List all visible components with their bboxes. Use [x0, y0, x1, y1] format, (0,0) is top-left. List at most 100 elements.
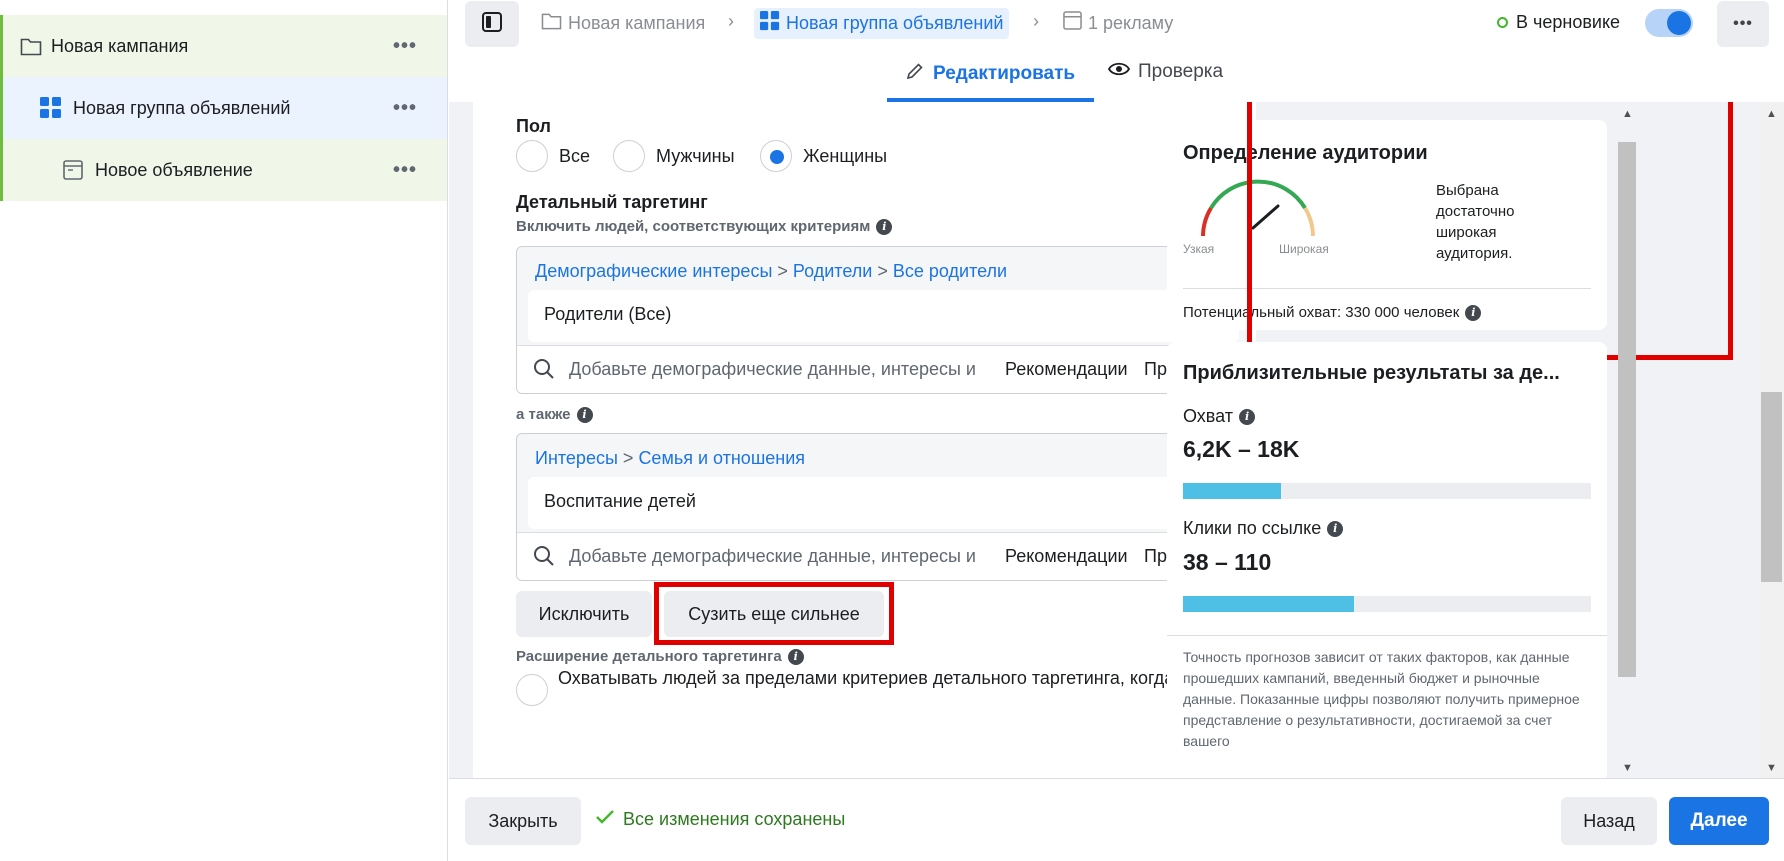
targeting-search-input[interactable]: Добавьте демографические данные, интерес… [569, 359, 976, 380]
gender-label-all: Все [559, 146, 591, 166]
status-bar [0, 15, 3, 77]
breadcrumb-adset[interactable]: Новая группа объявлений [754, 8, 1010, 39]
save-status: Все изменения сохранены [595, 809, 845, 830]
breadcrumb-label: Новая кампания [568, 12, 706, 33]
footer-bar: Закрыть Все изменения сохранены Назад Да… [449, 778, 1784, 861]
ad-icon [63, 160, 83, 185]
campaign-toggle[interactable] [1645, 9, 1693, 37]
more-options-icon[interactable]: ••• [393, 35, 417, 58]
scroll-down-icon[interactable]: ▼ [1622, 762, 1633, 774]
info-icon[interactable]: i [876, 218, 893, 235]
expansion-text: Охватывать людей за пределами критериев … [558, 668, 1207, 688]
and-also-label: а также i [516, 406, 593, 423]
breadcrumb-label: 1 рекламу [1088, 12, 1174, 33]
targeting-box-2: Интересы > Семья и отношения Воспитание … [516, 433, 1250, 581]
more-actions-button[interactable]: ••• [1717, 1, 1769, 47]
grid-icon [760, 11, 780, 36]
next-button[interactable]: Далее [1669, 797, 1769, 845]
targeting-chip[interactable]: Родители (Все) [528, 290, 1239, 342]
close-button[interactable]: Закрыть [465, 797, 581, 845]
divider [1167, 635, 1607, 636]
targeting-search-row: Добавьте демографические данные, интерес… [517, 345, 1249, 393]
info-icon[interactable]: i [1239, 408, 1256, 425]
scroll-up-icon[interactable]: ▲ [1622, 108, 1633, 120]
status-label: В черновике [1516, 12, 1621, 32]
status-bar [0, 77, 3, 139]
save-status-text: Все изменения сохранены [623, 809, 846, 829]
clicks-label-text: Клики по ссылке [1183, 518, 1322, 538]
estimates-disclaimer: Точность прогнозов зависит от таких факт… [1183, 649, 1580, 749]
info-icon[interactable]: i [1327, 520, 1344, 537]
info-icon[interactable]: i [576, 406, 593, 423]
path-link[interactable]: Демографические интересы [535, 261, 772, 281]
estimates-title: Приблизительные результаты за де... [1183, 362, 1560, 384]
search-icon [533, 358, 555, 385]
tab-edit[interactable]: Редактировать [905, 61, 1075, 87]
more-options-icon[interactable]: ••• [393, 97, 417, 120]
grid-icon [40, 97, 62, 124]
eye-icon [1107, 61, 1131, 83]
search-icon [533, 545, 555, 572]
sidebar-item-adset[interactable]: Новая группа объявлений ••• [0, 77, 447, 139]
draft-status: В черновике [1497, 12, 1620, 33]
expansion-checkbox[interactable] [516, 674, 548, 706]
folder-icon [541, 11, 562, 35]
exclude-button[interactable]: Исключить [516, 591, 652, 637]
panel-scrollbar[interactable]: ▲ ▼ [1618, 102, 1636, 778]
targeting-path: Интересы > Семья и отношения [535, 448, 805, 469]
scroll-thumb[interactable] [1618, 142, 1636, 677]
toggle-knob [1667, 11, 1691, 35]
chevron-right-icon: › [728, 11, 734, 31]
clicks-bar [1183, 596, 1591, 612]
highlight-box [1247, 102, 1733, 360]
tab-label: Проверка [1138, 61, 1224, 82]
targeting-search-input[interactable]: Добавьте демографические данные, интерес… [569, 546, 976, 567]
recommendations-link[interactable]: Рекомендации [1005, 359, 1128, 380]
path-separator: > [877, 261, 888, 281]
gender-label-women: Женщины [803, 146, 888, 166]
gender-radio-all[interactable] [516, 140, 548, 172]
include-text: Включить людей, соответствующих критерия… [516, 218, 871, 235]
expansion-title: Расширение детального таргетинга [516, 648, 782, 665]
sidebar-item-campaign[interactable]: Новая кампания ••• [0, 15, 447, 77]
toggle-sidebar-button[interactable] [465, 1, 519, 47]
path-link[interactable]: Все родители [893, 261, 1007, 281]
reach-label-text: Охват [1183, 406, 1234, 426]
path-link[interactable]: Семья и отношения [638, 448, 805, 468]
breadcrumb-ad[interactable]: 1 рекламу [1063, 11, 1173, 35]
sidebar-item-label: Новая кампания [51, 36, 189, 56]
targeting-form: Пол Все Мужчины Женщины Детальный таргет… [473, 102, 1256, 778]
page-scrollbar[interactable]: ▲ ▼ [1759, 102, 1784, 778]
gauge-narrow-label: Узкая [1183, 242, 1215, 256]
reach-bar-fill [1183, 483, 1281, 499]
gender-radio-women[interactable] [760, 140, 792, 172]
recommendations-link[interactable]: Рекомендации [1005, 546, 1128, 567]
targeting-chip[interactable]: Воспитание детей [528, 477, 1239, 529]
sidebar-item-ad[interactable]: Новое объявление ••• [0, 139, 447, 201]
reach-bar [1183, 483, 1591, 499]
clicks-bar-fill [1183, 596, 1355, 612]
status-dot-icon [1497, 17, 1508, 28]
sidebar-toggle-icon [482, 11, 502, 37]
checkmark-icon [595, 809, 615, 830]
folder-icon [20, 36, 42, 61]
targeting-path: Демографические интересы > Родители > Вс… [535, 261, 1007, 282]
gender-radio-men[interactable] [613, 140, 645, 172]
campaign-sidebar: Новая кампания ••• Новая группа объявлен… [0, 0, 448, 861]
info-icon[interactable]: i [787, 648, 804, 665]
more-options-icon[interactable]: ••• [393, 159, 417, 182]
scroll-thumb[interactable] [1761, 392, 1782, 582]
breadcrumb-campaign[interactable]: Новая кампания [541, 11, 705, 35]
tab-review[interactable]: Проверка [1107, 61, 1224, 83]
scroll-up-icon[interactable]: ▲ [1766, 108, 1777, 120]
back-button[interactable]: Назад [1561, 797, 1657, 845]
path-link[interactable]: Интересы [535, 448, 618, 468]
path-link[interactable]: Родители [793, 261, 872, 281]
scroll-down-icon[interactable]: ▼ [1766, 762, 1777, 774]
top-bar: Новая кампания › Новая группа объявлений… [449, 0, 1784, 48]
more-icon: ••• [1733, 15, 1753, 32]
gender-title: Пол [516, 116, 551, 136]
estimated-results-card: Приблизительные результаты за де... Охва… [1167, 342, 1607, 778]
detailed-targeting-title: Детальный таргетинг [516, 192, 708, 212]
expansion-label: Расширение детального таргетинга i [516, 648, 804, 665]
